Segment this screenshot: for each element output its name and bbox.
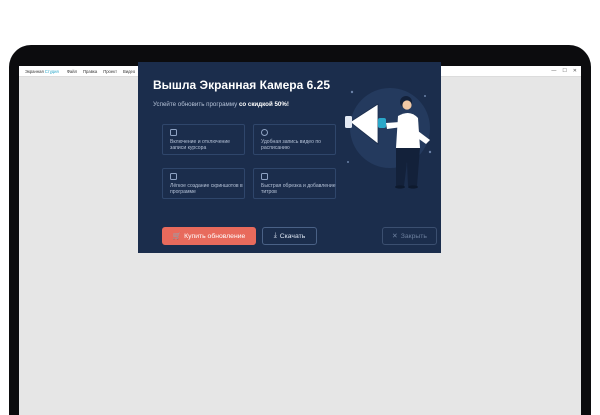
screenshot-icon xyxy=(170,173,177,180)
close-icon: ✕ xyxy=(392,233,398,240)
menu-edit[interactable]: Правка xyxy=(83,69,97,74)
discount-highlight: со скидкой 50%! xyxy=(238,101,289,108)
megaphone-illustration xyxy=(345,88,432,189)
crop-icon xyxy=(261,173,268,180)
download-button[interactable]: ⤓ Скачать xyxy=(262,227,317,245)
buy-update-button[interactable]: 🛒 Купить обновление xyxy=(162,227,256,245)
clock-icon xyxy=(261,129,268,136)
download-label: Скачать xyxy=(279,232,306,240)
promo-dialog: Вышла Экранная Камера 6.25 Успейте обнов… xyxy=(138,62,441,253)
minimize-button[interactable]: — xyxy=(551,67,556,75)
brand-name: Экранная xyxy=(25,68,44,74)
brand-name-accent: Студия xyxy=(44,68,59,74)
buy-label: Купить обновление xyxy=(184,232,246,240)
download-icon: ⤓ xyxy=(273,232,277,239)
dialog-subtitle: Успейте обновить программу со скидкой 50… xyxy=(153,101,289,108)
menu-project[interactable]: Проект xyxy=(103,69,117,74)
feature-text: Лёгкое создание скриншотов в программе xyxy=(170,183,243,196)
cart-icon: 🛒 xyxy=(172,233,182,240)
menu-video[interactable]: Видео xyxy=(123,69,135,74)
menu-file[interactable]: Файл xyxy=(67,69,77,74)
cursor-icon xyxy=(170,129,177,136)
feature-text: Быстрая обрезка и добавление титров xyxy=(261,183,336,196)
close-label: Закрыть xyxy=(400,232,427,240)
window-controls: — ☐ ✕ xyxy=(551,67,577,75)
feature-text: Удобная запись видео по расписанию xyxy=(261,139,321,152)
close-button[interactable]: ✕ Закрыть xyxy=(382,227,437,245)
feature-card-cursor: Включение и отключение записи курсора xyxy=(162,124,245,155)
feature-card-crop: Быстрая обрезка и добавление титров xyxy=(253,168,336,199)
subtitle-text: Успейте обновить программу xyxy=(153,101,238,108)
feature-text: Включение и отключение записи курсора xyxy=(170,139,231,152)
app-logo: ЭкраннаяСтудия xyxy=(25,69,59,74)
close-window-button[interactable]: ✕ xyxy=(573,67,577,75)
maximize-button[interactable]: ☐ xyxy=(562,67,566,75)
feature-card-schedule: Удобная запись видео по расписанию xyxy=(253,124,336,155)
feature-card-screenshot: Лёгкое создание скриншотов в программе xyxy=(162,168,245,199)
dialog-title: Вышла Экранная Камера 6.25 xyxy=(153,78,330,92)
